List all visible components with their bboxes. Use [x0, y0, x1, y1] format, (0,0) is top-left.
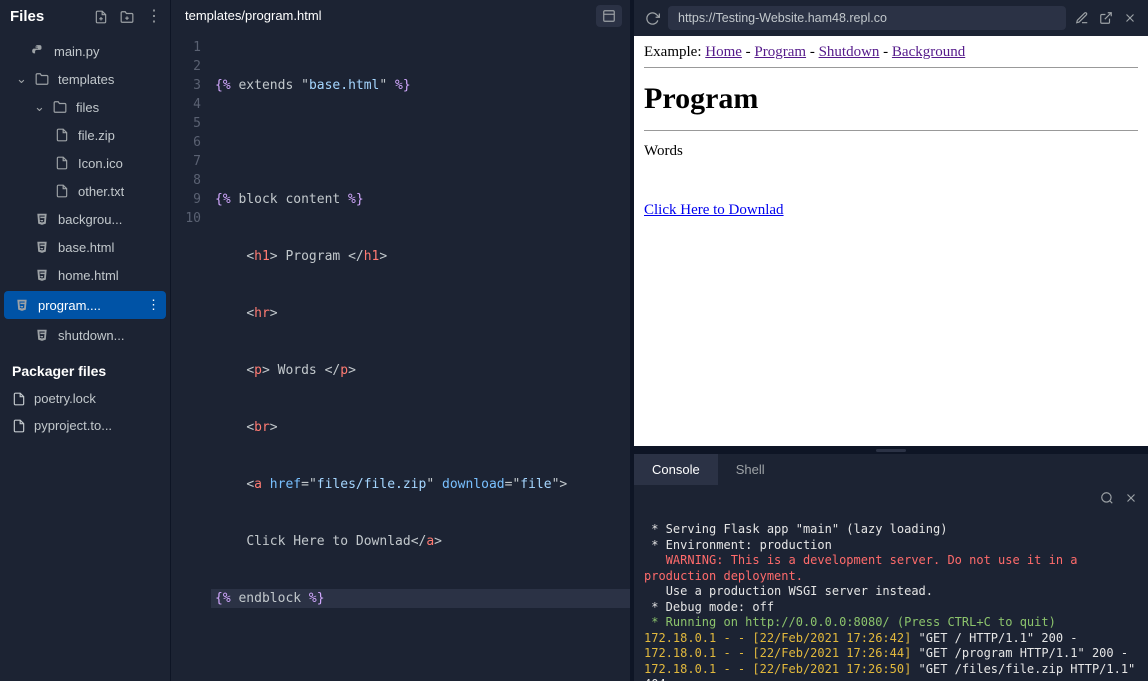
console-search-icon[interactable] [1100, 491, 1114, 505]
file-icon [54, 127, 70, 143]
console-clear-icon[interactable] [1124, 491, 1138, 505]
folder-templates[interactable]: ⌄ templates [0, 65, 170, 93]
reload-icon[interactable] [644, 10, 660, 26]
file-file-zip[interactable]: file.zip [0, 121, 170, 149]
edit-url-icon[interactable] [1074, 10, 1090, 26]
file-label: poetry.lock [34, 391, 96, 406]
file-other-txt[interactable]: other.txt [0, 177, 170, 205]
page-heading: Program [644, 82, 1138, 116]
file-label: home.html [58, 268, 119, 283]
files-header: Files [10, 8, 44, 25]
folder-files[interactable]: ⌄ files [0, 93, 170, 121]
file-program-html[interactable]: program.... ⋮ [4, 291, 166, 319]
more-icon[interactable]: ⋮ [146, 10, 160, 24]
console-output[interactable]: * Serving Flask app "main" (lazy loading… [634, 485, 1148, 681]
file-sidebar: Files ⋮ main.py ⌄ templates ⌄ files [0, 0, 170, 681]
editor-layout-icon[interactable] [596, 5, 622, 27]
packager-pyproject[interactable]: pyproject.to... [0, 412, 170, 439]
tab-console[interactable]: Console [634, 454, 718, 485]
file-label: file.zip [78, 128, 115, 143]
address-bar[interactable]: https://Testing-Website.ham48.repl.co [668, 6, 1066, 30]
new-folder-icon[interactable] [120, 10, 134, 24]
page-text: Words [644, 143, 1138, 160]
python-icon [30, 43, 46, 59]
folder-label: files [76, 100, 99, 115]
html-icon [34, 327, 50, 343]
link-program[interactable]: Program [754, 44, 806, 60]
hr [644, 130, 1138, 131]
close-preview-icon[interactable] [1122, 10, 1138, 26]
html-icon [34, 239, 50, 255]
new-file-icon[interactable] [94, 10, 108, 24]
preview-panel: https://Testing-Website.ham48.repl.co Ex… [630, 0, 1148, 681]
browser-viewport: Example: Home - Program - Shutdown - Bac… [634, 36, 1148, 446]
packager-header: Packager files [0, 353, 170, 385]
file-background-html[interactable]: backgrou... [0, 205, 170, 233]
html-icon [34, 267, 50, 283]
code-editor[interactable]: 12345678910 {% extends "base.html" %} {%… [171, 32, 630, 681]
pane-splitter[interactable] [634, 446, 1148, 454]
file-icon [54, 155, 70, 171]
file-label: other.txt [78, 184, 124, 199]
file-label: program.... [38, 298, 101, 313]
html-icon [34, 211, 50, 227]
file-icon [54, 183, 70, 199]
packager-poetry-lock[interactable]: poetry.lock [0, 385, 170, 412]
line-gutter: 12345678910 [171, 32, 211, 681]
download-link[interactable]: Click Here to Downlad [644, 202, 784, 218]
editor-panel: templates/program.html 12345678910 {% ex… [170, 0, 630, 681]
folder-icon [34, 71, 50, 87]
folder-icon [52, 99, 68, 115]
link-home[interactable]: Home [705, 44, 742, 60]
file-main-py[interactable]: main.py [0, 37, 170, 65]
file-home-html[interactable]: home.html [0, 261, 170, 289]
file-more-icon[interactable]: ⋮ [147, 297, 160, 313]
open-external-icon[interactable] [1098, 10, 1114, 26]
folder-label: templates [58, 72, 114, 87]
html-icon [14, 297, 30, 313]
chevron-down-icon: ⌄ [16, 71, 26, 87]
link-background[interactable]: Background [892, 44, 965, 60]
file-shutdown-html[interactable]: shutdown... [0, 321, 170, 349]
example-label: Example: [644, 44, 705, 60]
hr [644, 67, 1138, 68]
chevron-down-icon: ⌄ [34, 99, 44, 115]
file-label: Icon.ico [78, 156, 123, 171]
file-icon [12, 419, 26, 433]
file-label: base.html [58, 240, 114, 255]
file-label: shutdown... [58, 328, 125, 343]
link-shutdown[interactable]: Shutdown [819, 44, 880, 60]
code-content[interactable]: {% extends "base.html" %} {% block conte… [211, 32, 630, 681]
file-label: pyproject.to... [34, 418, 112, 433]
file-icon [12, 392, 26, 406]
file-label: main.py [54, 44, 100, 59]
editor-tab[interactable]: templates/program.html [171, 0, 336, 32]
file-icon-ico[interactable]: Icon.ico [0, 149, 170, 177]
tab-shell[interactable]: Shell [718, 454, 783, 485]
file-base-html[interactable]: base.html [0, 233, 170, 261]
file-label: backgrou... [58, 212, 122, 227]
